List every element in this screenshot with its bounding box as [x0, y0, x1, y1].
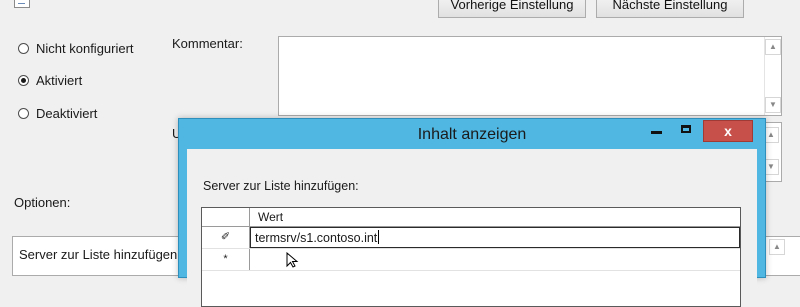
- minimize-icon: [651, 131, 662, 134]
- policy-setting-icon: [14, 0, 30, 8]
- radio-disabled-indicator[interactable]: [18, 107, 29, 119]
- close-button[interactable]: x: [703, 120, 753, 142]
- radio-enabled-indicator[interactable]: [18, 74, 29, 86]
- new-value-cell[interactable]: [250, 249, 740, 270]
- radio-not-configured-label: Nicht konfiguriert: [36, 40, 134, 56]
- server-list-grid[interactable]: Wert ✐ termsrv/s1.contoso.int *: [201, 207, 741, 307]
- comment-textarea[interactable]: ▲ ▼: [278, 36, 782, 116]
- dialog-instruction: Server zur Liste hinzufügen:: [203, 179, 359, 193]
- maximize-icon: [681, 125, 691, 133]
- radio-not-configured-indicator[interactable]: [18, 42, 29, 54]
- radio-disabled[interactable]: Deaktiviert: [18, 104, 97, 122]
- scroll-down-icon[interactable]: ▼: [765, 97, 781, 113]
- dialog-client-area: Server zur Liste hinzufügen: Wert ✐ term…: [187, 149, 757, 307]
- edit-pencil-icon: ✐: [202, 227, 250, 248]
- server-value-cell[interactable]: termsrv/s1.contoso.int: [250, 227, 740, 248]
- show-contents-dialog: Inhalt anzeigen x Server zur Liste hinzu…: [178, 118, 766, 307]
- options-label: Optionen:: [14, 195, 71, 210]
- scroll-up-icon[interactable]: ▲: [769, 239, 785, 255]
- server-value-input[interactable]: termsrv/s1.contoso.int: [255, 228, 380, 248]
- grid-row-new[interactable]: *: [202, 249, 740, 271]
- radio-enabled-label: Aktiviert: [36, 72, 83, 88]
- comment-scrollbar[interactable]: ▲ ▼: [764, 37, 781, 115]
- radio-enabled[interactable]: Aktiviert: [18, 71, 82, 89]
- grid-header-row: Wert: [202, 208, 740, 227]
- previous-setting-button[interactable]: Vorherige Einstellung: [438, 0, 586, 18]
- radio-not-configured[interactable]: Nicht konfiguriert: [18, 39, 134, 57]
- next-setting-button[interactable]: Nächste Einstellung: [596, 0, 744, 18]
- column-header-value[interactable]: Wert: [258, 208, 283, 226]
- options-row-text: Server zur Liste hinzufügen: [19, 247, 178, 262]
- grid-corner-cell: [202, 208, 250, 226]
- maximize-button[interactable]: [673, 120, 701, 142]
- scroll-up-icon[interactable]: ▲: [765, 39, 781, 55]
- close-icon: x: [724, 123, 732, 139]
- new-row-asterisk-icon: *: [202, 249, 250, 270]
- minimize-button[interactable]: [643, 120, 671, 142]
- comment-label: Kommentar:: [172, 36, 243, 51]
- radio-disabled-label: Deaktiviert: [36, 105, 98, 121]
- text-caret: [378, 230, 380, 244]
- grid-row-1[interactable]: ✐ termsrv/s1.contoso.int: [202, 227, 740, 249]
